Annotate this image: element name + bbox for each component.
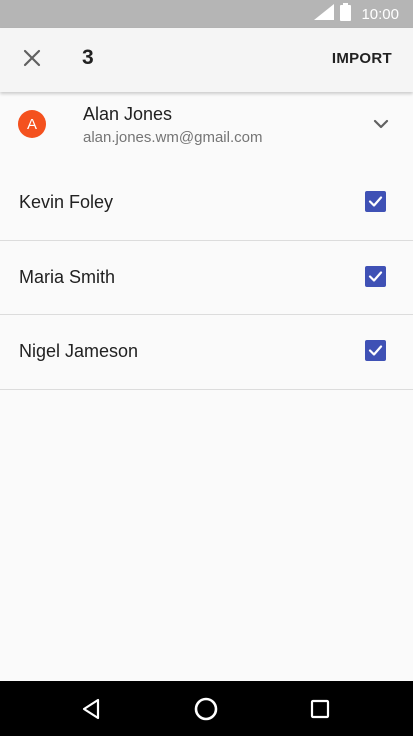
- checkmark-icon: [368, 345, 383, 356]
- contact-checkbox[interactable]: [365, 340, 386, 361]
- checkmark-icon: [368, 270, 383, 282]
- account-email: alan.jones.wm@gmail.com: [83, 129, 263, 146]
- selected-count: 3: [82, 46, 94, 69]
- battery-icon: [340, 2, 352, 26]
- contact-name: Kevin Foley: [19, 192, 114, 212]
- back-icon[interactable]: [78, 695, 106, 723]
- close-icon: [23, 49, 41, 72]
- home-icon[interactable]: [192, 695, 220, 723]
- contact-checkbox[interactable]: [365, 191, 386, 212]
- account-name: Alan Jones: [83, 104, 173, 124]
- chevron-down-icon[interactable]: [371, 114, 391, 134]
- avatar-letter: A: [26, 115, 37, 133]
- contact-name: Maria Smith: [19, 266, 116, 287]
- contact-row[interactable]: Nigel Jameson: [0, 315, 413, 390]
- contact-row[interactable]: Maria Smith: [0, 241, 413, 315]
- status-bar: 10:00: [0, 0, 413, 28]
- checkmark-icon: [368, 196, 383, 207]
- contact-list: Kevin Foley Maria Smith Nigel Jameson: [0, 166, 413, 390]
- account-selector[interactable]: A Alan Jones alan.jones.wm@gmail.com: [0, 92, 413, 162]
- close-button[interactable]: [14, 42, 50, 78]
- contact-row[interactable]: Kevin Foley: [0, 166, 413, 241]
- toolbar: 3 IMPORT: [0, 28, 413, 92]
- recents-icon[interactable]: [306, 695, 334, 723]
- navigation-bar: [0, 681, 413, 736]
- import-button[interactable]: IMPORT: [332, 50, 392, 67]
- contact-checkbox[interactable]: [365, 265, 386, 287]
- status-time: 10:00: [361, 5, 399, 23]
- avatar: A: [18, 110, 46, 138]
- signal-icon: [314, 3, 335, 25]
- contact-name: Nigel Jameson: [19, 341, 139, 361]
